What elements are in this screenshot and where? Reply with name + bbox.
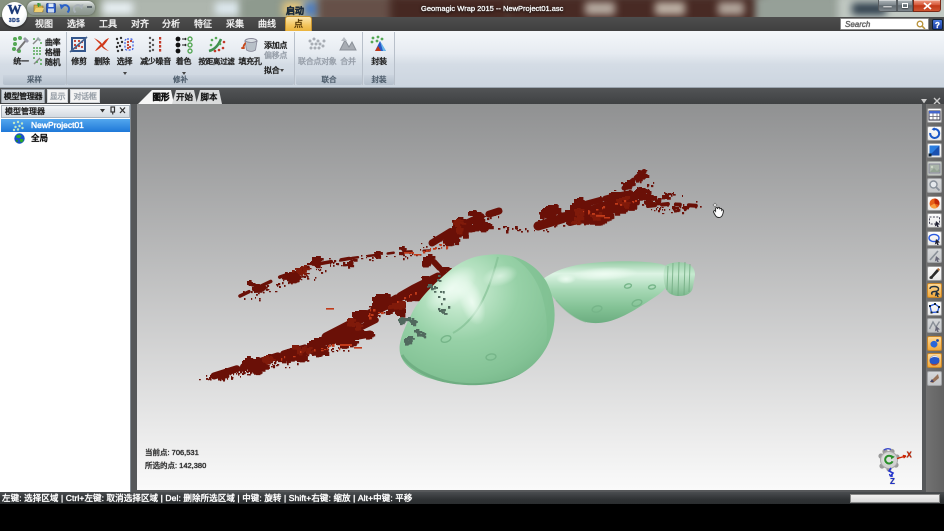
svg-text:X: X	[907, 451, 913, 460]
svg-text:Z: Z	[890, 477, 895, 486]
